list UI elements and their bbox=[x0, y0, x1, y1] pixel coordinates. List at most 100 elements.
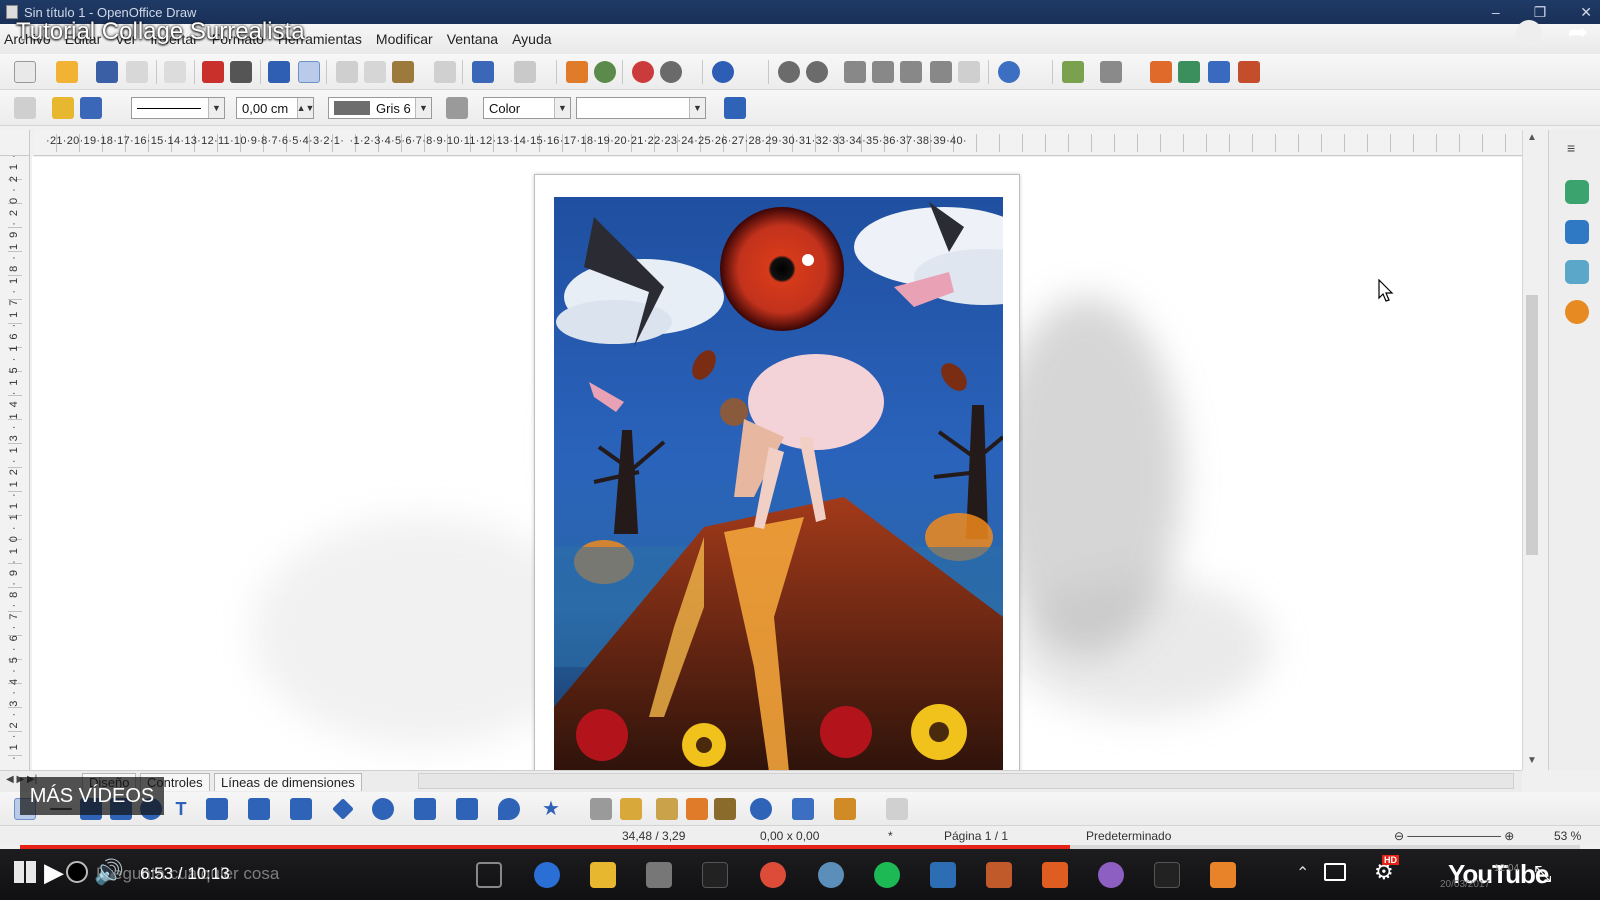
tab-lineas-dimensiones[interactable]: Líneas de dimensiones bbox=[214, 773, 362, 791]
stars-icon[interactable]: ★ bbox=[540, 798, 562, 820]
zoom-page-icon[interactable] bbox=[900, 61, 922, 83]
line-icon[interactable] bbox=[52, 97, 74, 119]
app-icon-4[interactable] bbox=[1042, 862, 1068, 888]
fontwork-icon[interactable] bbox=[656, 798, 678, 820]
tray-chevron-icon[interactable]: ⌃ bbox=[1296, 863, 1309, 883]
fill-mode-select[interactable]: Color ▼ bbox=[483, 97, 571, 119]
zoom-object-icon[interactable] bbox=[930, 61, 952, 83]
app-icon-3[interactable] bbox=[986, 862, 1012, 888]
horizontal-ruler[interactable]: ·21·20·19·18·17·16·15·14·13·12·11·10·9·8… bbox=[34, 130, 1522, 156]
sidebar-menu-icon[interactable]: ≡ bbox=[1567, 140, 1575, 156]
file-explorer-icon[interactable] bbox=[590, 862, 616, 888]
video-title[interactable]: Tutorial Collage Surrealista bbox=[16, 18, 305, 46]
email-icon[interactable] bbox=[126, 61, 148, 83]
zoom-icon[interactable] bbox=[660, 61, 682, 83]
callouts-icon[interactable] bbox=[498, 798, 520, 820]
insert-image-icon[interactable] bbox=[1150, 61, 1172, 83]
more-videos-button[interactable]: MÁS VÍDEOS bbox=[20, 777, 164, 815]
effects-icon[interactable] bbox=[998, 61, 1020, 83]
print-icon[interactable] bbox=[230, 61, 252, 83]
lines-arrows-tool-icon[interactable] bbox=[290, 798, 312, 820]
gallery-sidebar-icon[interactable] bbox=[1565, 260, 1589, 284]
shadow-icon[interactable] bbox=[724, 97, 746, 119]
minimize-icon[interactable]: – bbox=[1492, 4, 1500, 20]
line-style-select[interactable]: ▼ bbox=[131, 97, 225, 119]
openoffice-taskbar-icon[interactable] bbox=[930, 862, 956, 888]
collage-image[interactable] bbox=[554, 197, 1003, 772]
area-icon[interactable] bbox=[446, 97, 468, 119]
vertical-scrollbar[interactable]: ▲ ▼ bbox=[1522, 130, 1540, 770]
chrome-icon[interactable] bbox=[760, 862, 786, 888]
play-icon[interactable]: ▶ bbox=[44, 857, 64, 888]
cortana-icon[interactable] bbox=[66, 861, 88, 883]
text-tool-icon[interactable]: T bbox=[170, 798, 192, 820]
zoom-prev-icon[interactable] bbox=[872, 61, 894, 83]
styles-icon[interactable] bbox=[14, 97, 36, 119]
extrusion-icon[interactable] bbox=[886, 798, 908, 820]
chevron-down-icon[interactable]: ▼ bbox=[208, 98, 224, 118]
basic-shapes-icon[interactable] bbox=[332, 798, 354, 820]
chevron-down-icon[interactable]: ▼ bbox=[554, 98, 570, 118]
scroll-up-icon[interactable]: ▲ bbox=[1527, 132, 1537, 143]
rotate-icon[interactable] bbox=[750, 798, 772, 820]
spinner-icon[interactable]: ▲▼ bbox=[297, 98, 314, 118]
table-icon[interactable] bbox=[594, 61, 616, 83]
spellcheck-icon[interactable] bbox=[268, 61, 290, 83]
line-color-select[interactable]: Gris 6 ▼ bbox=[328, 97, 432, 119]
share-icon[interactable]: ➦ bbox=[1568, 20, 1588, 46]
task-view-icon[interactable] bbox=[476, 862, 502, 888]
zoom-out-icon[interactable] bbox=[806, 61, 828, 83]
spotify-icon[interactable] bbox=[874, 862, 900, 888]
styles-formatting-icon[interactable] bbox=[1565, 220, 1589, 244]
scroll-down-icon[interactable]: ▼ bbox=[1527, 755, 1537, 766]
open-folder-icon[interactable] bbox=[56, 61, 78, 83]
connector-tool-icon[interactable] bbox=[248, 798, 270, 820]
menu-ayuda[interactable]: Ayuda bbox=[512, 31, 551, 47]
horizontal-scrollbar[interactable] bbox=[418, 773, 1514, 789]
glue-points-icon[interactable] bbox=[620, 798, 642, 820]
symbol-shapes-icon[interactable] bbox=[372, 798, 394, 820]
from-file-icon[interactable] bbox=[686, 798, 708, 820]
vertical-ruler[interactable]: ·1·2·3·4·5·6·7·8·9·10·11·12·13·14·15·16·… bbox=[0, 156, 30, 772]
app-icon-5[interactable] bbox=[1098, 862, 1124, 888]
gallery-icon[interactable] bbox=[1062, 61, 1084, 83]
zoom-100-icon[interactable] bbox=[844, 61, 866, 83]
cut-icon[interactable] bbox=[336, 61, 358, 83]
chevron-down-icon[interactable]: ▼ bbox=[415, 98, 431, 118]
app-icon-7[interactable] bbox=[1210, 862, 1236, 888]
app-icon-1[interactable] bbox=[702, 862, 728, 888]
curve-tool-icon[interactable] bbox=[206, 798, 228, 820]
insert-table-icon[interactable] bbox=[1100, 61, 1122, 83]
block-arrows-icon[interactable] bbox=[414, 798, 436, 820]
restore-icon[interactable]: ❐ bbox=[1534, 4, 1547, 21]
app-icon-6[interactable] bbox=[1154, 862, 1180, 888]
paste-icon[interactable] bbox=[392, 61, 414, 83]
undo-icon[interactable] bbox=[472, 61, 494, 83]
redo-icon[interactable] bbox=[514, 61, 536, 83]
edit-file-icon[interactable] bbox=[164, 61, 186, 83]
draw-functions-icon[interactable] bbox=[632, 61, 654, 83]
save-icon[interactable] bbox=[96, 61, 118, 83]
arrange-icon[interactable] bbox=[834, 798, 856, 820]
export-pdf-icon[interactable] bbox=[202, 61, 224, 83]
subtitles-icon[interactable] bbox=[1324, 863, 1346, 881]
alignment-icon[interactable] bbox=[792, 798, 814, 820]
zoom-slider[interactable]: ⊖ ─────────── ⊕ bbox=[1394, 829, 1514, 843]
menu-ventana[interactable]: Ventana bbox=[447, 31, 498, 47]
app-icon-2[interactable] bbox=[818, 862, 844, 888]
fullscreen-exit-icon[interactable]: ⤡ bbox=[1534, 861, 1552, 887]
clone-format-icon[interactable] bbox=[434, 61, 456, 83]
copy-icon[interactable] bbox=[364, 61, 386, 83]
autospellcheck-icon[interactable] bbox=[298, 61, 320, 83]
volume-icon[interactable]: 🔊 bbox=[94, 858, 124, 887]
insert-object-icon[interactable] bbox=[1178, 61, 1200, 83]
shift-icon[interactable] bbox=[958, 61, 980, 83]
line-width-field[interactable]: 0,00 cm ▲▼ bbox=[236, 97, 314, 119]
navigator-icon[interactable] bbox=[1565, 300, 1589, 324]
new-document-icon[interactable] bbox=[14, 61, 36, 83]
store-icon[interactable] bbox=[646, 862, 672, 888]
properties-icon[interactable] bbox=[1565, 180, 1589, 204]
menu-modificar[interactable]: Modificar bbox=[376, 31, 433, 47]
edge-icon[interactable] bbox=[534, 862, 560, 888]
windows-start-icon[interactable] bbox=[14, 861, 36, 883]
